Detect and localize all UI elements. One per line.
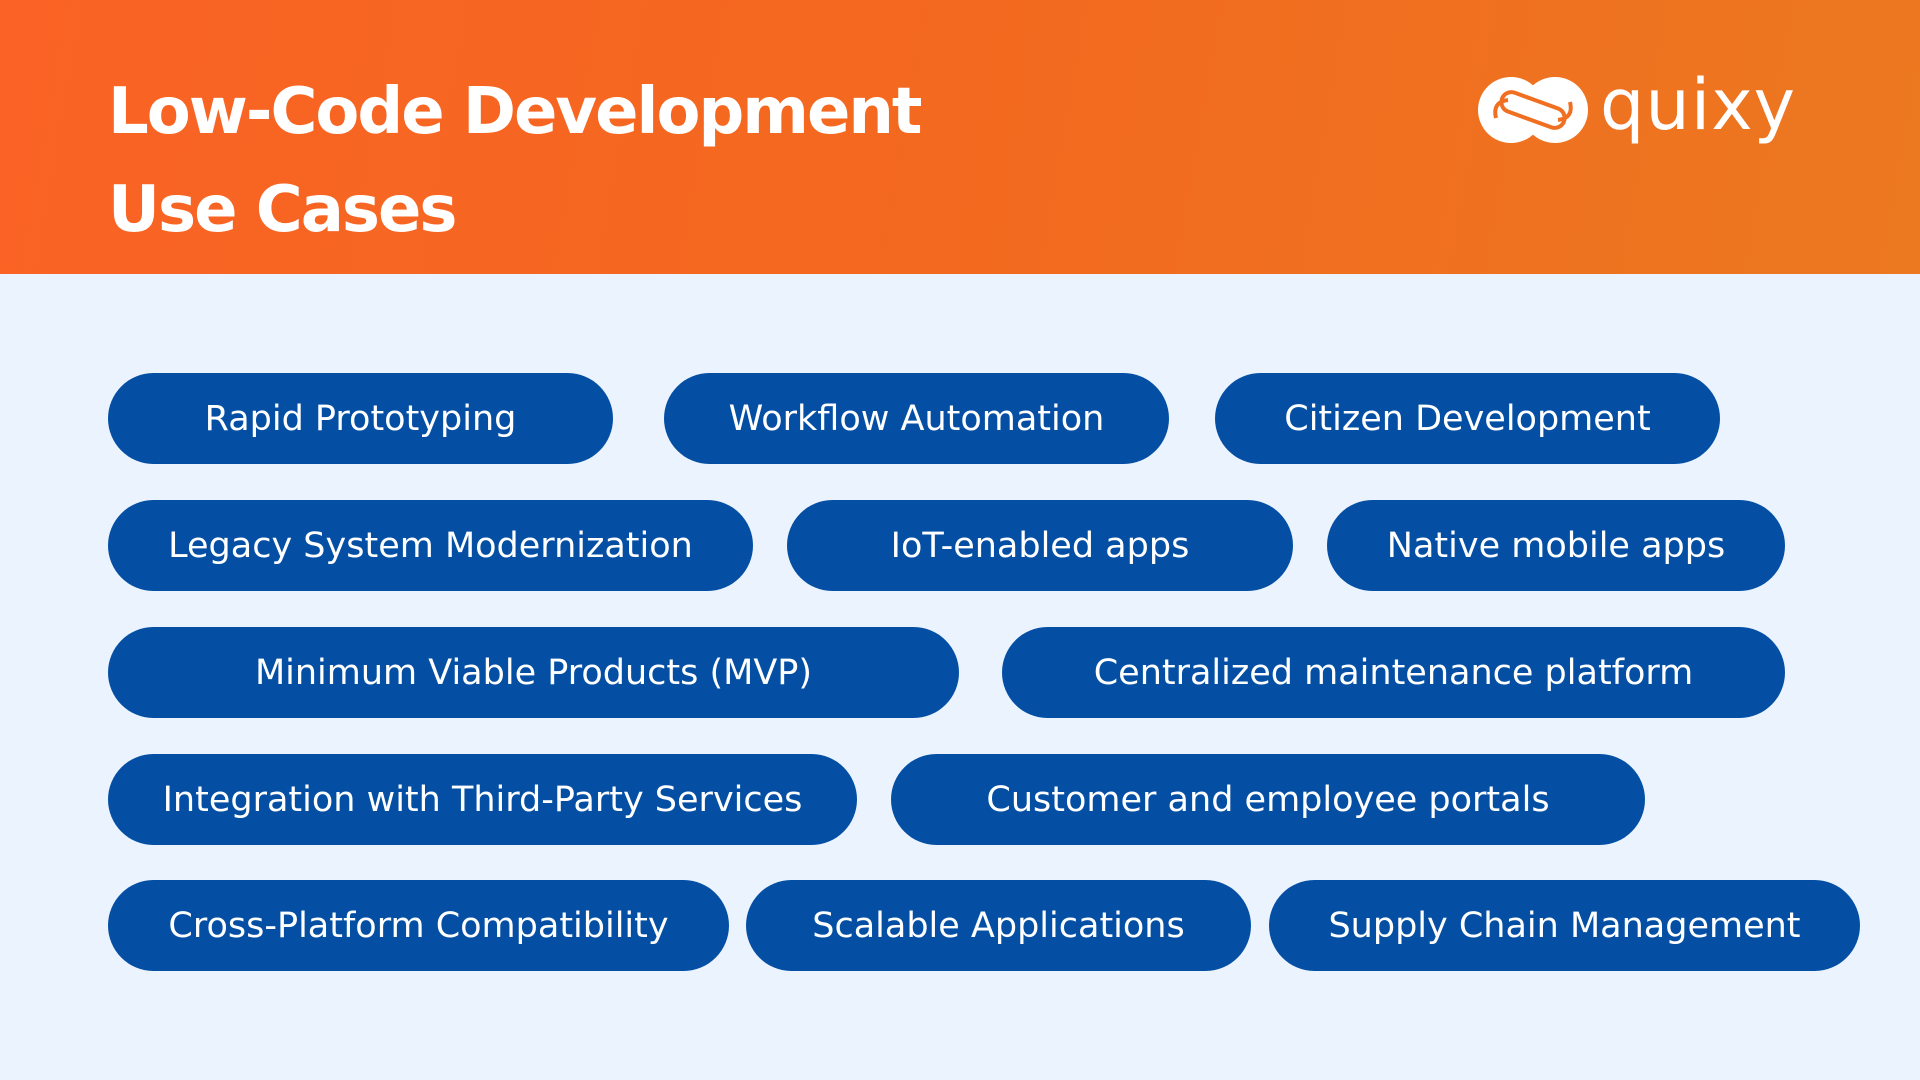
- use-case-pill-third-party-integration[interactable]: Integration with Third-Party Services: [108, 754, 857, 845]
- use-case-pill-mvp[interactable]: Minimum Viable Products (MVP): [108, 627, 959, 718]
- use-case-pill-native-mobile-apps[interactable]: Native mobile apps: [1327, 500, 1785, 591]
- infinity-link-icon: [1478, 72, 1588, 148]
- header-banner: Low-Code Development Use Cases quixy: [0, 0, 1920, 274]
- quixy-logo: quixy: [1478, 68, 1796, 152]
- page-title-line-2: Use Cases: [108, 173, 457, 247]
- use-case-pill-citizen-development[interactable]: Citizen Development: [1215, 373, 1720, 464]
- page-title-line-1: Low-Code Development: [108, 75, 922, 149]
- use-case-pill-iot-apps[interactable]: IoT-enabled apps: [787, 500, 1293, 591]
- use-case-pill-supply-chain[interactable]: Supply Chain Management: [1269, 880, 1860, 971]
- use-case-pill-legacy-modernization[interactable]: Legacy System Modernization: [108, 500, 753, 591]
- use-case-pill-scalable-applications[interactable]: Scalable Applications: [746, 880, 1251, 971]
- use-case-pill-cross-platform[interactable]: Cross-Platform Compatibility: [108, 880, 729, 971]
- use-case-pill-portals[interactable]: Customer and employee portals: [891, 754, 1645, 845]
- logo-text: quixy: [1600, 64, 1797, 146]
- use-case-pill-centralized-maintenance[interactable]: Centralized maintenance platform: [1002, 627, 1785, 718]
- use-case-pill-rapid-prototyping[interactable]: Rapid Prototyping: [108, 373, 613, 464]
- use-case-pill-workflow-automation[interactable]: Workflow Automation: [664, 373, 1169, 464]
